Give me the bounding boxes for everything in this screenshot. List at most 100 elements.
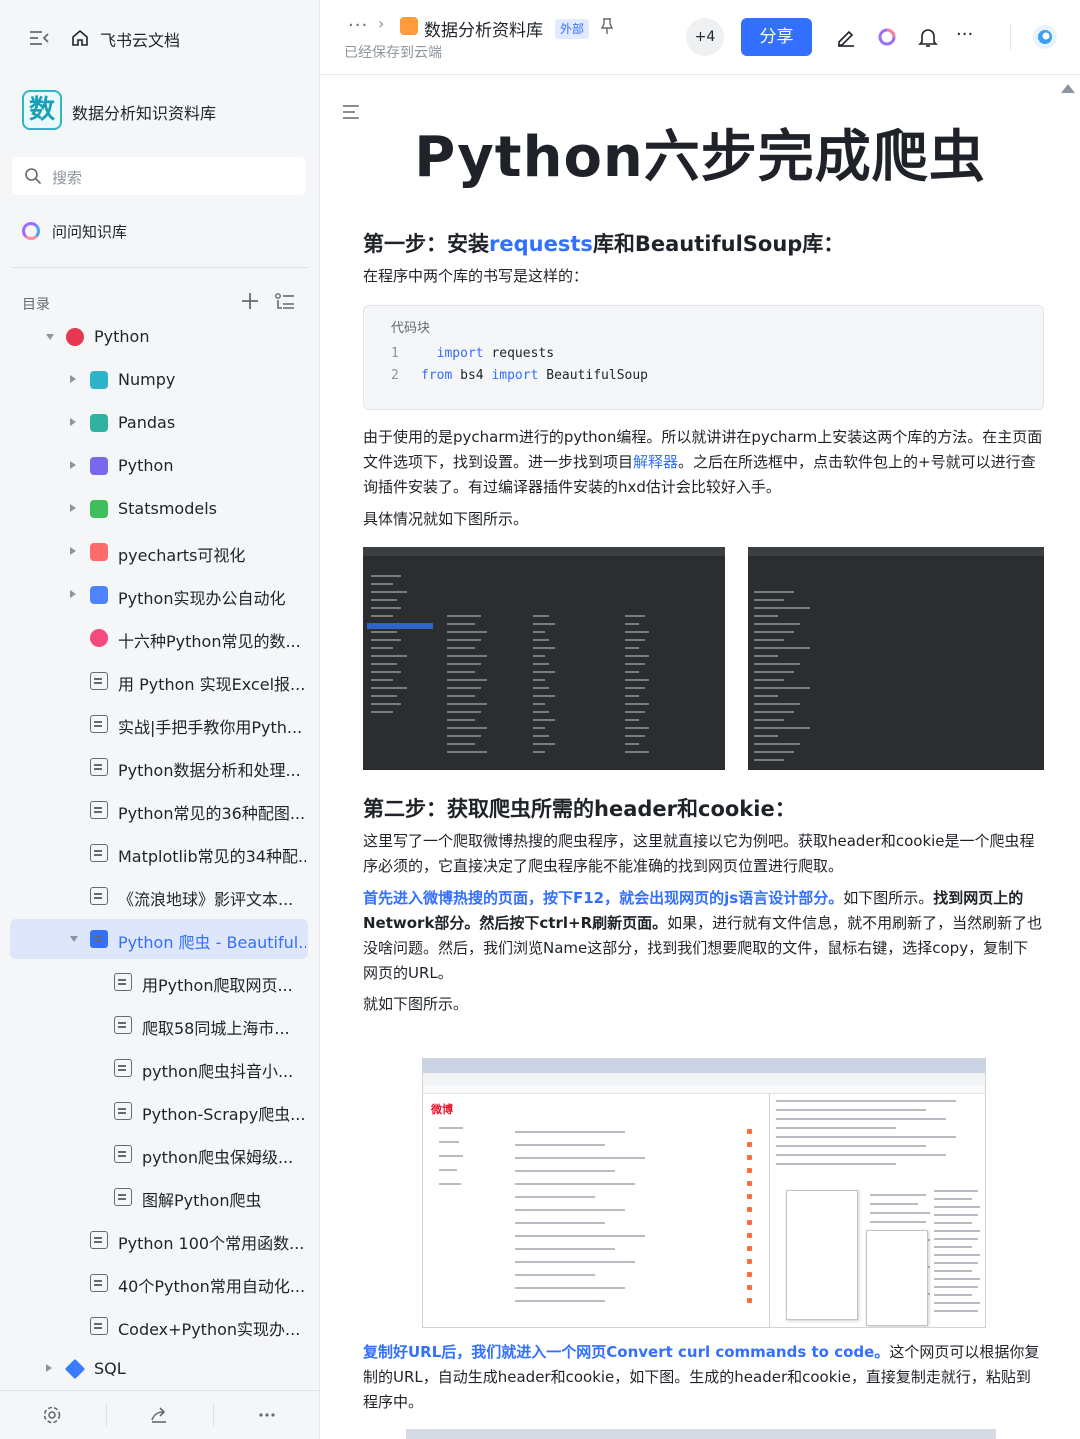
screenshot-line bbox=[934, 1294, 972, 1296]
tree-item[interactable]: pyecharts可视化 bbox=[10, 532, 308, 572]
screenshot-line bbox=[447, 735, 481, 737]
search-placeholder: 搜索 bbox=[52, 169, 83, 187]
screenshot-line bbox=[515, 1131, 625, 1133]
tree-item[interactable]: python爬虫保姆级... bbox=[10, 1134, 308, 1174]
code-block[interactable]: 代码块 1 import requests 2 from bs4 import B… bbox=[363, 305, 1044, 410]
tree-item[interactable]: Python bbox=[10, 317, 308, 357]
expand-right-icon[interactable] bbox=[70, 418, 76, 426]
footer-separator bbox=[213, 1404, 214, 1426]
expand-right-icon[interactable] bbox=[70, 547, 76, 555]
requests-link[interactable]: requests bbox=[489, 232, 593, 256]
tree-item[interactable]: Matplotlib常见的34种配... bbox=[10, 833, 308, 873]
screenshot-line bbox=[754, 727, 810, 729]
screenshot-line bbox=[447, 751, 487, 753]
doc-icon bbox=[90, 1274, 108, 1292]
library-name: 数据分析知识资料库 bbox=[72, 104, 217, 123]
tree-item[interactable]: Statsmodels bbox=[10, 489, 308, 529]
scroll-up-arrow-icon[interactable] bbox=[1061, 84, 1075, 93]
step2-paragraph-1: 这里写了一个爬取微博热搜的爬虫程序，这里就直接以它为例吧。获取header和co… bbox=[363, 832, 1035, 875]
collaborators-more-button[interactable]: +4 bbox=[686, 18, 724, 56]
screenshot-line bbox=[625, 631, 649, 633]
pycharm-packages-screenshot[interactable] bbox=[748, 547, 1044, 770]
tree-item[interactable]: Codex+Python实现办... bbox=[10, 1306, 308, 1346]
home-icon[interactable] bbox=[70, 28, 90, 48]
tree-item[interactable]: 十六种Python常见的数... bbox=[10, 618, 308, 658]
settings-icon[interactable] bbox=[42, 1405, 62, 1425]
emoji-100-icon bbox=[66, 328, 84, 346]
expand-right-icon[interactable] bbox=[70, 590, 76, 598]
doc-breadcrumb-title[interactable]: 数据分析资料库 bbox=[424, 16, 543, 41]
screenshot-line bbox=[371, 695, 397, 697]
screenshot-line bbox=[533, 735, 549, 737]
step1-paragraph: 由于使用的是pycharm进行的python编程。所以就讲讲在pycharm上安… bbox=[363, 425, 1043, 500]
screenshot-line bbox=[533, 711, 549, 713]
breadcrumb-more-button[interactable]: ··· bbox=[348, 15, 368, 36]
more-icon[interactable] bbox=[257, 1405, 277, 1425]
tree-item[interactable]: Python 100个常用函数... bbox=[10, 1220, 308, 1260]
tree-item[interactable]: 实战|手把手教你用Pyth... bbox=[10, 704, 308, 744]
tree-item[interactable]: Python-Scrapy爬虫... bbox=[10, 1091, 308, 1131]
add-icon[interactable] bbox=[240, 291, 260, 311]
tree-item[interactable]: 图解Python爬虫 bbox=[10, 1177, 308, 1217]
notification-bell-icon[interactable] bbox=[917, 26, 939, 48]
app-title[interactable]: 飞书云文档 bbox=[100, 27, 180, 51]
more-options-button[interactable]: ··· bbox=[956, 24, 973, 45]
tree-item[interactable]: Numpy bbox=[10, 360, 308, 400]
interpreter-link[interactable]: 解释器 bbox=[633, 453, 678, 471]
ide-titlebar bbox=[363, 547, 725, 556]
collapse-sidebar-icon[interactable] bbox=[28, 28, 50, 48]
expand-right-icon[interactable] bbox=[70, 375, 76, 383]
tree-item[interactable]: Python常见的36种配图... bbox=[10, 790, 308, 830]
tree-item-label: python爬虫保姆级... bbox=[142, 1148, 294, 1167]
screenshot-line bbox=[870, 1221, 926, 1223]
expand-right-icon[interactable] bbox=[70, 461, 76, 469]
weibo-devtools-screenshot[interactable]: 微博 bbox=[422, 1058, 986, 1328]
share-button[interactable]: 分享 bbox=[741, 18, 812, 56]
code-text: requests bbox=[483, 346, 555, 361]
screenshot-line bbox=[371, 639, 401, 641]
expand-down-icon[interactable] bbox=[70, 936, 78, 942]
screenshot-line bbox=[625, 639, 645, 641]
screenshot-line bbox=[776, 1163, 896, 1165]
pycharm-settings-screenshot[interactable] bbox=[363, 547, 725, 770]
doc-icon bbox=[114, 1016, 132, 1034]
hot-badge-icon bbox=[747, 1246, 752, 1251]
tree-item[interactable]: 爬取58同城上海市... bbox=[10, 1005, 308, 1045]
search-input[interactable]: 搜索 bbox=[12, 157, 306, 195]
tree-item[interactable]: Pandas bbox=[10, 403, 308, 443]
tree-item[interactable]: 40个Python常用自动化... bbox=[10, 1263, 308, 1303]
tree-item[interactable]: 用Python爬取网页... bbox=[10, 962, 308, 1002]
expand-right-icon[interactable] bbox=[46, 1364, 52, 1372]
screenshot-line bbox=[934, 1310, 978, 1312]
paragraph-text: 如下图所示。 bbox=[843, 889, 934, 907]
tree-item[interactable]: Python bbox=[10, 446, 308, 486]
edit-icon[interactable] bbox=[835, 26, 857, 48]
app-icon bbox=[90, 543, 108, 561]
assistant-avatar-icon[interactable] bbox=[1032, 24, 1058, 50]
hot-badge-icon bbox=[747, 1194, 752, 1199]
doc-icon bbox=[114, 973, 132, 991]
tree-item[interactable]: SQL bbox=[10, 1349, 308, 1389]
step2-paragraph-2: 首先进入微博热搜的页面，按下F12，就会出现网页的js语言设计部分。如下图所示。… bbox=[363, 886, 1043, 986]
screenshot-line bbox=[447, 655, 487, 657]
screenshot-line bbox=[754, 735, 778, 737]
tree-options-icon[interactable] bbox=[274, 292, 296, 312]
tree-item[interactable]: 用 Python 实现Excel报... bbox=[10, 661, 308, 701]
sheet-icon bbox=[90, 414, 108, 432]
hot-badge-icon bbox=[747, 1129, 752, 1134]
screenshot-line bbox=[934, 1302, 980, 1304]
doc-icon bbox=[90, 758, 108, 776]
pin-icon[interactable] bbox=[600, 17, 614, 35]
expand-right-icon[interactable] bbox=[70, 504, 76, 512]
tree-item[interactable]: Python实现办公自动化 bbox=[10, 575, 308, 615]
tree-item[interactable]: python爬虫抖音小... bbox=[10, 1048, 308, 1088]
share-out-icon[interactable] bbox=[149, 1405, 169, 1425]
screenshot-line bbox=[439, 1183, 461, 1185]
tree-item[interactable]: 《流浪地球》影评文本... bbox=[10, 876, 308, 916]
tree-item[interactable]: Python 爬虫 - Beautiful... bbox=[10, 919, 308, 959]
screenshot-line bbox=[934, 1278, 980, 1280]
expand-down-icon[interactable] bbox=[46, 334, 54, 340]
tree-item[interactable]: Python数据分析和处理... bbox=[10, 747, 308, 787]
screenshot-line bbox=[754, 695, 778, 697]
ai-icon[interactable] bbox=[876, 26, 898, 48]
